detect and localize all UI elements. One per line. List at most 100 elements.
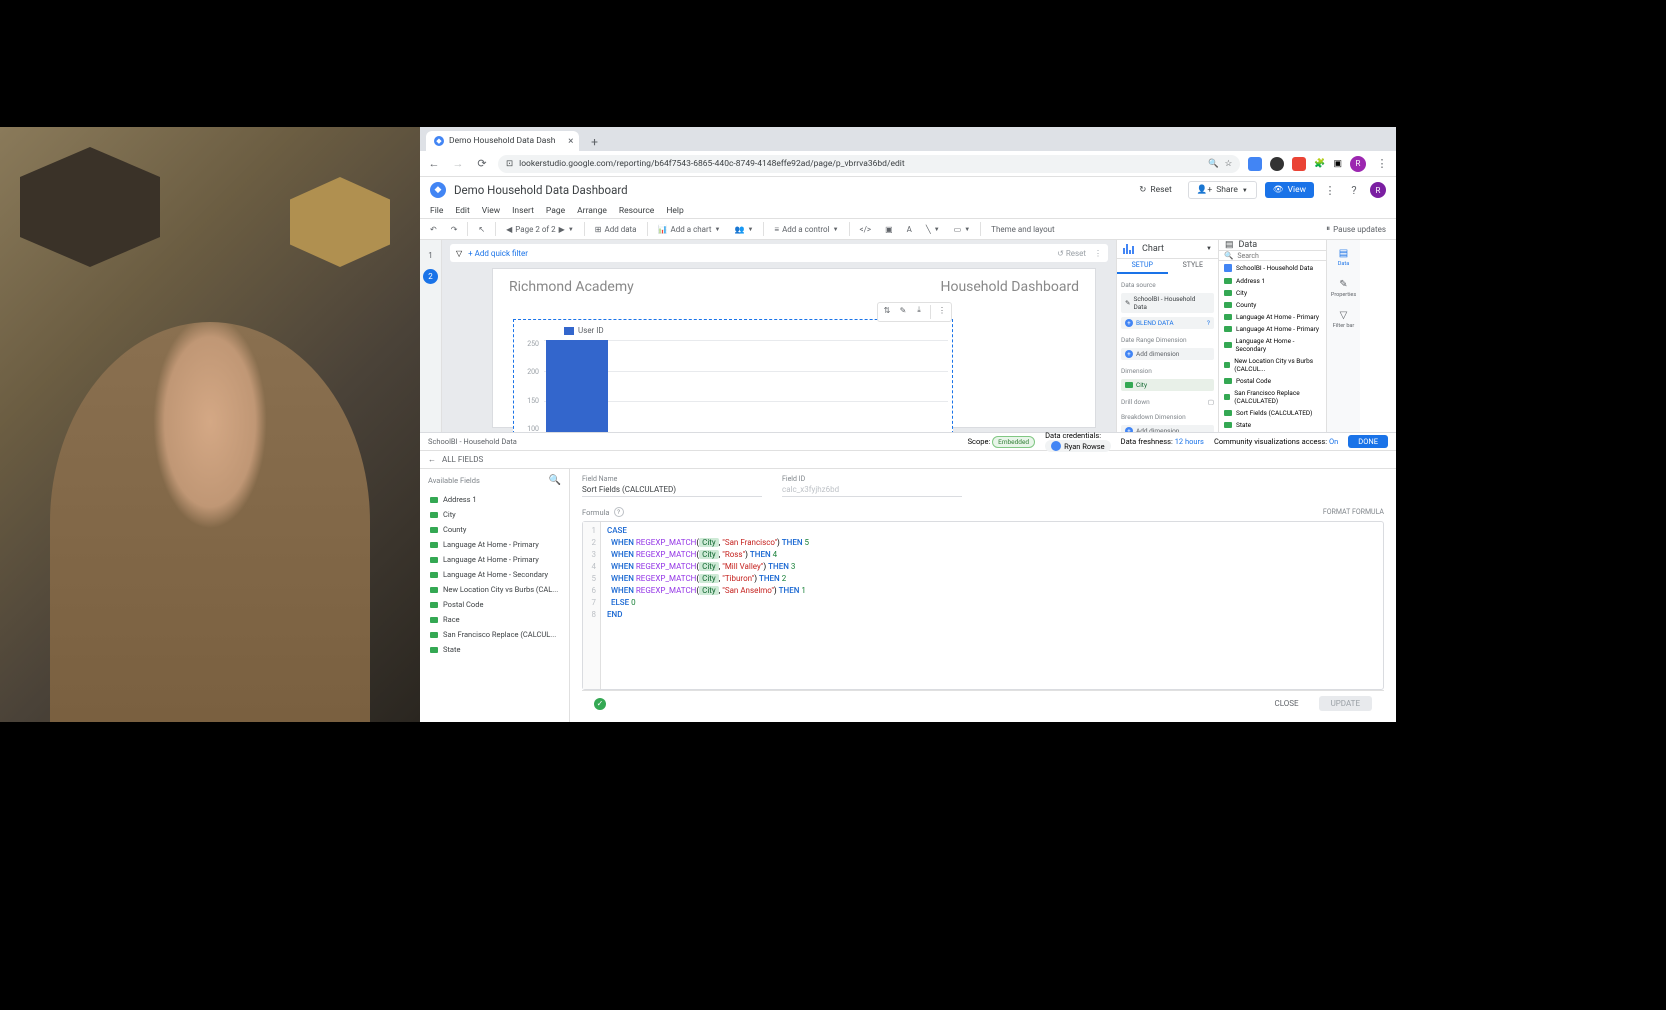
available-field[interactable]: Language At Home - Primary [420,537,569,552]
dimension-chip[interactable]: City [1121,379,1214,391]
new-tab-button[interactable]: + [585,133,603,151]
text-icon[interactable]: A [903,223,916,236]
sidepanel-icon[interactable]: ▣ [1333,159,1342,169]
done-button[interactable]: DONE [1348,435,1388,448]
reset-filters[interactable]: ↺ Reset [1057,249,1086,258]
rail-filter[interactable]: ▽Filter bar [1333,308,1355,329]
image-icon[interactable]: ▣ [881,223,897,236]
more-icon[interactable]: ⋮ [1322,182,1338,198]
data-source-chip[interactable]: ✎SchoolBI - Household Data [1121,293,1214,313]
help-icon[interactable]: ? [614,507,624,517]
extensions-icon[interactable]: 🧩 [1314,159,1325,169]
data-field[interactable]: State [1219,419,1326,431]
available-field[interactable]: Address 1 [420,492,569,507]
menu-resource[interactable]: Resource [619,206,654,216]
available-field[interactable]: Language At Home - Primary [420,552,569,567]
data-field[interactable]: Language At Home - Primary [1219,311,1326,323]
community-label[interactable]: Community visualizations access: On [1214,437,1338,446]
available-field[interactable]: New Location City vs Burbs (CAL... [420,582,569,597]
data-field[interactable]: San Francisco Replace (CALCULATED) [1219,387,1326,407]
data-field[interactable]: County [1219,299,1326,311]
available-field[interactable]: City [420,507,569,522]
shape-icon[interactable]: ▭▼ [950,223,975,236]
help-icon[interactable]: ? [1346,182,1362,198]
export-icon[interactable]: ⤓ [914,305,924,315]
data-field[interactable]: Language At Home - Secondary [1219,335,1326,355]
code-content[interactable]: CASE WHEN REGEXP_MATCH(City, "San Franci… [601,522,1383,689]
available-field[interactable]: Language At Home - Secondary [420,567,569,582]
data-field[interactable]: New Location City vs Burbs (CALCUL... [1219,355,1326,375]
all-fields-button[interactable]: ← ALL FIELDS [420,451,1396,469]
setup-tab[interactable]: SETUP [1117,259,1168,274]
menu-view[interactable]: View [482,206,500,216]
data-field[interactable]: Address 1 [1219,275,1326,287]
close-icon[interactable]: × [568,136,573,147]
search-input[interactable] [1237,252,1326,260]
share-button[interactable]: 👤+ Share ▼ [1188,181,1257,199]
user-avatar[interactable]: R [1370,182,1386,198]
theme-button[interactable]: Theme and layout [987,223,1058,236]
search-icon[interactable]: 🔍 [1208,159,1219,169]
blend-data-button[interactable]: +BLEND DATA? [1121,317,1214,329]
freshness-label[interactable]: Data freshness: 12 hours [1121,437,1204,446]
undo-icon[interactable]: ↶ [426,223,441,236]
update-button[interactable]: UPDATE [1319,696,1372,711]
embed-icon[interactable]: </> [856,223,876,236]
view-button[interactable]: 👁 View [1265,182,1314,198]
menu-file[interactable]: File [430,206,443,216]
filter-more-icon[interactable]: ⋮ [1094,249,1102,258]
menu-icon[interactable]: ⋮ [1374,156,1390,172]
canvas-area[interactable]: ▽ + Add quick filter ↺ Reset ⋮ Richmond … [442,240,1116,432]
back-icon[interactable]: ← [426,156,442,172]
edit-icon[interactable]: ✎ [898,305,908,315]
extension-icon[interactable] [1292,157,1306,171]
star-icon[interactable]: ☆ [1225,159,1233,169]
toggle-icon[interactable]: ▢ [1208,398,1214,406]
extension-icon[interactable] [1270,157,1284,171]
menu-edit[interactable]: Edit [455,206,469,216]
chevron-down-icon[interactable]: ▼ [1206,245,1212,252]
available-field[interactable]: State [420,642,569,657]
document-title[interactable]: Demo Household Data Dashboard [454,183,628,197]
chart-panel-header[interactable]: Chart ▼ [1117,240,1218,259]
select-icon[interactable]: ↖ [474,223,489,236]
rail-data[interactable]: ▤Data [1337,246,1351,267]
page-2-button[interactable]: 2 [423,269,438,284]
rail-properties[interactable]: ✎Properties [1331,277,1356,298]
close-button[interactable]: CLOSE [1263,696,1311,711]
menu-arrange[interactable]: Arrange [577,206,607,216]
available-field[interactable]: Race [420,612,569,627]
add-data-button[interactable]: ⊞ Add data [591,223,641,236]
available-field[interactable]: County [420,522,569,537]
style-tab[interactable]: STYLE [1168,259,1219,274]
site-info-icon[interactable]: ⊡ [506,159,513,169]
data-field[interactable]: Sort Fields (CALCULATED) [1219,407,1326,419]
add-control-button[interactable]: ≡ Add a control ▼ [770,223,842,236]
code-editor[interactable]: 12345678 CASE WHEN REGEXP_MATCH(City, "S… [582,521,1384,690]
lookerstudio-logo-icon[interactable]: ◆ [430,182,446,198]
sort-icon[interactable]: ⇅ [882,305,892,315]
data-source-row[interactable]: SchoolBI - Household Data [1219,261,1326,275]
page-nav[interactable]: ◀ Page 2 of 2 ▶ ▼ [502,223,578,236]
forward-icon[interactable]: → [450,156,466,172]
chart-more-icon[interactable]: ⋮ [937,305,947,315]
data-field[interactable]: City [1219,287,1326,299]
browser-tab[interactable]: ◆ Demo Household Data Dash × [426,131,579,151]
add-filter-button[interactable]: + Add quick filter [468,249,528,258]
reload-icon[interactable]: ⟳ [474,156,490,172]
data-field[interactable]: Postal Code [1219,375,1326,387]
community-viz-icon[interactable]: 👥▼ [730,223,757,236]
report-page[interactable]: Richmond Academy Household Dashboard ⇅ ✎… [492,268,1096,428]
pause-updates-button[interactable]: ⏸ Pause updates [1322,222,1390,236]
menu-insert[interactable]: Insert [512,206,534,216]
data-field[interactable]: Language At Home - Primary [1219,323,1326,335]
address-bar[interactable]: ⊡ lookerstudio.google.com/reporting/b64f… [498,155,1240,173]
line-icon[interactable]: ╲▼ [922,223,944,236]
menu-page[interactable]: Page [546,206,565,216]
format-formula-button[interactable]: FORMAT FORMULA [1323,508,1384,516]
add-chart-button[interactable]: 📊 Add a chart ▼ [654,223,725,236]
page-1-button[interactable]: 1 [423,248,438,263]
menu-help[interactable]: Help [666,206,683,216]
extension-icon[interactable] [1248,157,1262,171]
bar-chart[interactable]: ⇅ ✎ ⤓ ⋮ User ID 250 200 150 100 [513,319,953,432]
